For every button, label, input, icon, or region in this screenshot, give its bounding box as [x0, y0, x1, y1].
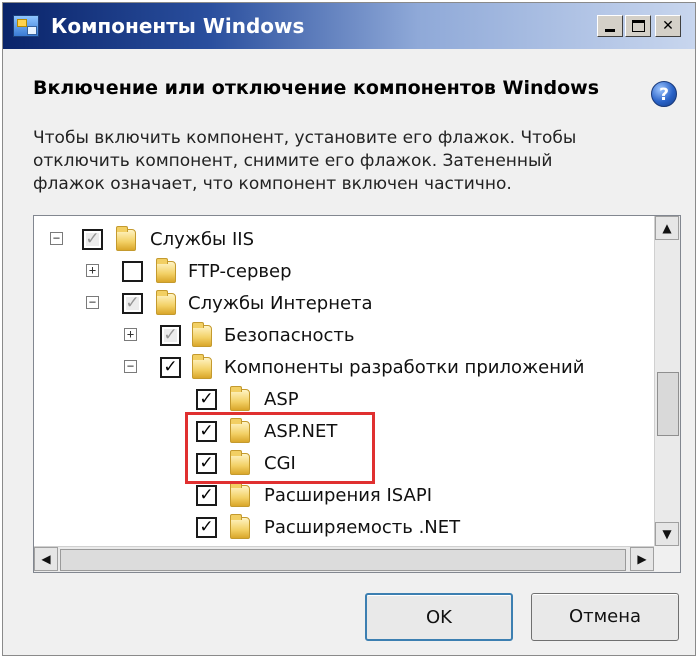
tree-item-label: Службы Интернета — [188, 293, 373, 314]
help-icon[interactable]: ? — [651, 81, 677, 107]
checkbox-partial[interactable]: ✓ — [122, 293, 143, 314]
cancel-button[interactable]: Отмена — [531, 593, 679, 641]
folder-icon — [156, 258, 176, 283]
vertical-scrollbar[interactable]: ▲ ▼ — [654, 216, 680, 546]
tree-item-internet-services[interactable]: − ✓ Службы Интернета — [34, 288, 654, 318]
collapse-toggle-icon[interactable]: − — [86, 296, 99, 309]
tree-item-label: FTP-сервер — [188, 261, 292, 282]
tree-item-label: Службы IIS — [150, 229, 255, 250]
tree-item-iis-services[interactable]: − ✓ Службы IIS — [34, 224, 654, 254]
checkbox-partial[interactable]: ✓ — [160, 325, 181, 346]
ok-button[interactable]: OK — [365, 593, 513, 641]
page-title: Включение или отключение компонентов Win… — [33, 77, 600, 99]
scroll-up-icon[interactable]: ▲ — [655, 216, 679, 240]
description-line: флажок означает, что компонент включен ч… — [33, 174, 512, 194]
vertical-scroll-thumb[interactable] — [657, 372, 679, 436]
folder-icon — [156, 290, 176, 315]
folder-icon — [116, 226, 136, 251]
annotation-highlight-box — [185, 412, 375, 484]
expand-toggle-icon[interactable]: + — [86, 264, 99, 277]
tree-item-ftp-server[interactable]: + FTP-сервер — [34, 256, 654, 286]
folder-icon — [192, 354, 212, 379]
checkbox-partial[interactable]: ✓ — [82, 229, 103, 250]
description: Чтобы включить компонент, установите его… — [33, 127, 673, 196]
horizontal-scroll-thumb[interactable] — [60, 549, 626, 571]
tree-item-security[interactable]: + ✓ Безопасность — [34, 320, 654, 350]
dialog-window: Компоненты Windows ✕ Включение или отклю… — [2, 2, 696, 656]
checkbox-checked[interactable]: ✓ — [196, 517, 217, 538]
tree-item-isapi-extensions[interactable]: ✓ Расширения ISAPI — [34, 480, 654, 510]
minimize-icon — [605, 29, 615, 32]
tree-content: − ✓ Службы IIS + FTP-сервер − ✓ Службы И… — [34, 216, 654, 546]
maximize-button[interactable] — [625, 15, 651, 37]
title-bar[interactable]: Компоненты Windows ✕ — [3, 3, 695, 49]
folder-icon — [192, 322, 212, 347]
folder-icon — [230, 482, 250, 507]
collapse-toggle-icon[interactable]: − — [124, 360, 137, 373]
tree-item-label: ASP — [264, 389, 299, 410]
horizontal-scrollbar[interactable]: ◀ ▶ — [34, 546, 654, 572]
tree-item-label: Расширения ISAPI — [264, 485, 433, 506]
description-line: отключить компонент, снимите его флажок.… — [33, 151, 553, 171]
tree-item-label: Компоненты разработки приложений — [224, 357, 585, 378]
close-icon: ✕ — [662, 18, 674, 34]
features-tree[interactable]: − ✓ Службы IIS + FTP-сервер − ✓ Службы И… — [33, 215, 681, 573]
collapse-toggle-icon[interactable]: − — [50, 232, 63, 245]
folder-icon — [230, 514, 250, 539]
tree-item-label: Безопасность — [224, 325, 355, 346]
close-button[interactable]: ✕ — [655, 15, 681, 37]
checkbox-checked[interactable]: ✓ — [160, 357, 181, 378]
maximize-icon — [632, 20, 645, 32]
tree-item-asp[interactable]: ✓ ASP — [34, 384, 654, 414]
tree-item-app-dev-components[interactable]: − ✓ Компоненты разработки приложений — [34, 352, 654, 382]
tree-item-net-extensibility[interactable]: ✓ Расширяемость .NET — [34, 512, 654, 542]
expand-toggle-icon[interactable]: + — [124, 328, 137, 341]
scroll-right-icon[interactable]: ▶ — [630, 547, 654, 571]
window-title: Компоненты Windows — [51, 14, 305, 38]
scroll-left-icon[interactable]: ◀ — [34, 547, 58, 571]
scroll-down-icon[interactable]: ▼ — [655, 522, 679, 546]
checkbox-checked[interactable]: ✓ — [196, 389, 217, 410]
minimize-button[interactable] — [597, 15, 623, 37]
checkbox-unchecked[interactable] — [122, 261, 143, 282]
description-line: Чтобы включить компонент, установите его… — [33, 128, 577, 148]
folder-icon — [230, 386, 250, 411]
checkbox-checked[interactable]: ✓ — [196, 485, 217, 506]
windows-features-icon — [13, 15, 39, 37]
scrollbar-corner — [654, 546, 680, 572]
tree-item-label: Расширяемость .NET — [264, 517, 461, 538]
